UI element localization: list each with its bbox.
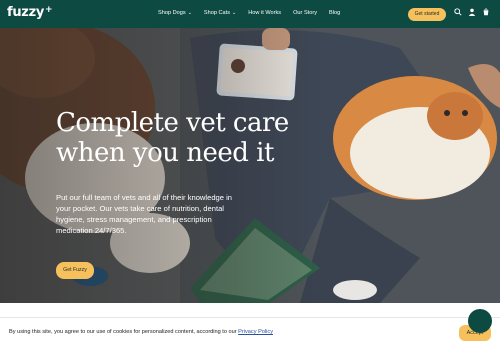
chevron-down-icon: ⌄: [232, 10, 237, 16]
get-started-button[interactable]: Get started: [408, 8, 446, 21]
nav-icons: [454, 8, 490, 16]
nav-shop-cats[interactable]: Shop Cats ⌄: [204, 10, 236, 16]
hero-section: Complete vet care when you need it Put o…: [0, 28, 500, 303]
chevron-down-icon: ⌄: [187, 10, 192, 16]
cookie-banner: By using this site, you agree to our use…: [0, 317, 500, 349]
hero-description: Put our full team of vets and all of the…: [56, 193, 233, 235]
section-divider: [0, 303, 500, 317]
search-icon[interactable]: [454, 8, 462, 16]
get-fuzzy-button[interactable]: Get Fuzzy: [56, 262, 94, 279]
nav-shop-cats-label: Shop Cats: [203, 10, 231, 16]
nav-shop-dogs-label: Shop Dogs: [158, 10, 186, 16]
logo-mark: +: [45, 5, 53, 15]
cookie-message: By using this site, you agree to our use…: [9, 329, 273, 335]
privacy-policy-link[interactable]: Privacy Policy: [238, 329, 273, 335]
nav-links: Shop Dogs ⌄ Shop Cats ⌄ How it Works Our S…: [158, 10, 340, 16]
cookie-text: By using this site, you agree to our use…: [9, 329, 237, 335]
hero-title: Complete vet care when you need it: [56, 108, 289, 168]
chat-bubble-icon[interactable]: [468, 309, 492, 333]
nav-shop-dogs[interactable]: Shop Dogs ⌄: [158, 10, 192, 16]
nav-how-it-works[interactable]: How it Works: [248, 10, 281, 16]
top-nav: fuzzy+ Shop Dogs ⌄ Shop Cats ⌄ How it Work…: [0, 0, 500, 28]
user-icon[interactable]: [468, 8, 476, 16]
nav-blog[interactable]: Blog: [329, 10, 340, 16]
cart-icon[interactable]: [482, 8, 490, 16]
logo-text: fuzzy: [7, 5, 45, 20]
logo[interactable]: fuzzy+: [7, 5, 53, 20]
nav-our-story[interactable]: Our Story: [293, 10, 317, 16]
